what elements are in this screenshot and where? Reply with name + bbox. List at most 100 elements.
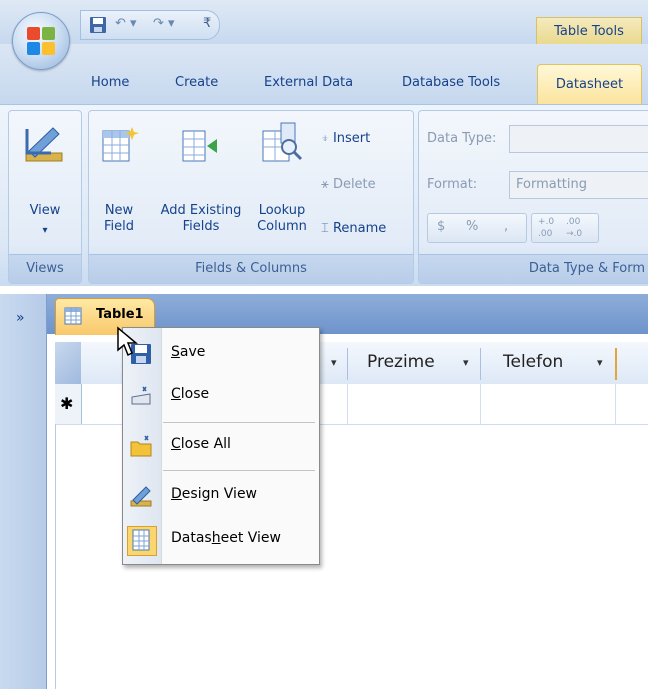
lookup-column-icon [262,122,303,162]
datasheet-view-mnemonic: h [211,530,221,546]
menu-item-datasheet-view-label: Datasheet View [171,530,281,546]
tab-datasheet[interactable]: Datasheet [537,64,642,105]
table-tools-context-tab: Table Tools [536,17,642,46]
select-all-corner[interactable] [55,342,81,384]
menu-item-save[interactable]: Save [123,336,319,372]
data-type-group-label: Data Type & Form [419,254,648,283]
office-logo-icon [27,27,55,55]
column-header-telefon[interactable]: Telefon [503,352,563,372]
delete-column-icon: ⚹ [321,177,333,192]
tab-context-menu: Save Close Close All Design View Datashe… [122,327,320,565]
column-separator [480,348,481,380]
office-button[interactable] [12,12,70,70]
cell-separator [480,384,481,424]
new-field-button[interactable]: New Field [95,203,143,235]
table1-tab-label: Table1 [96,307,144,322]
add-existing-label-1: Add Existing [160,203,242,218]
design-view-icon [130,486,152,507]
insert-column-icon: ⍖ [321,131,333,146]
view-button-label[interactable]: View [9,203,81,219]
data-type-label: Data Type: [427,131,497,146]
add-existing-label-2: Fields [182,219,220,234]
add-existing-fields-icon [182,130,217,162]
views-group: View ▾ Views [8,110,82,284]
column-2-dropdown-arrow[interactable]: ▾ [463,356,469,369]
nav-pane-toggle[interactable]: » [16,310,25,326]
close-mnemonic: C [171,386,181,402]
menu-separator [163,470,315,471]
close-label-rest: lose [180,386,210,402]
column-3-dropdown-arrow[interactable]: ▾ [597,356,603,369]
new-field-label-2: Field [103,219,134,234]
undo-icon[interactable]: ↶ ▾ [115,16,137,31]
new-record-marker: ✱ [60,394,74,413]
menu-item-close-all[interactable]: Close All [123,428,319,464]
currency-button[interactable]: $ [437,219,445,234]
menu-item-close-label: Close [171,386,209,402]
lookup-column-button[interactable]: Lookup Column [251,203,313,235]
datasheet-view-icon [132,529,150,551]
redo-icon[interactable]: ↷ ▾ [153,16,175,31]
format-select[interactable]: Formatting [509,171,648,199]
tab-create[interactable]: Create [175,75,218,90]
design-view-mnemonic: D [171,486,182,502]
design-view-label-rest: esign View [181,486,258,502]
design-view-icon [25,127,63,162]
add-existing-fields-button[interactable]: Add Existing Fields [153,203,249,235]
delete-column-button[interactable]: ⚹ Delete [321,177,376,192]
save-mnemonic: S [171,344,180,360]
rename-column-button[interactable]: ⌶ Rename [321,221,386,236]
cell-separator [615,384,616,424]
quick-access-toolbar: ↶ ▾ ↷ ▾ ₹ [80,10,220,40]
menu-item-close-all-label: Close All [171,436,231,452]
menu-item-design-view[interactable]: Design View [123,478,319,514]
menu-item-save-label: Save [171,344,205,360]
close-all-mnemonic: C [171,436,181,452]
delete-label: Delete [332,177,376,192]
mouse-cursor-icon [117,326,139,357]
datasheet-view-label-rest: eet View [220,530,281,546]
rename-column-icon: ⌶ [321,221,333,236]
column-header-prezime[interactable]: Prezime [367,352,435,372]
decrease-decimal-button[interactable]: .00 →.0 [566,216,596,240]
view-dropdown-arrow[interactable]: ▾ [9,223,81,239]
format-label: Format: [427,177,478,192]
number-format-buttons: $ % , [427,213,527,243]
save-label-rest: ave [179,344,206,360]
menu-item-datasheet-view[interactable]: Datasheet View [123,522,319,558]
percent-button[interactable]: % [466,219,478,234]
tab-database-tools[interactable]: Database Tools [402,75,500,90]
rename-label: Rename [332,221,387,236]
close-all-label-rest: lose All [180,436,231,452]
close-icon [131,386,151,405]
lookup-column-label-2: Column [257,219,307,234]
close-all-icon [130,435,152,457]
column-separator-active [615,348,617,380]
menu-separator [163,422,315,423]
datasheet-view-label-start: Datas [171,530,212,546]
new-field-label-1: New [104,203,134,218]
menu-item-close[interactable]: Close [123,378,319,414]
fields-columns-group: New Field Add Existing Fields Lookup Col… [88,110,414,284]
column-1-dropdown-arrow[interactable]: ▾ [331,356,337,369]
lookup-column-label-1: Lookup [258,203,306,218]
data-type-select[interactable] [509,125,648,153]
navigation-pane: » [0,294,47,689]
tab-home[interactable]: Home [91,75,129,90]
data-type-group: Data Type: Format: Formatting $ % , +.0 … [418,110,648,284]
customize-qat-icon[interactable]: ₹ [203,16,211,31]
column-separator [347,348,348,380]
cell-separator [347,384,348,424]
views-group-label: Views [9,254,81,283]
new-field-icon [102,127,139,162]
comma-button[interactable]: , [504,219,508,234]
table-icon [64,307,82,325]
record-selector[interactable]: ✱ [55,384,82,424]
menu-item-design-view-label: Design View [171,486,257,502]
decimal-buttons: +.0 .00 .00 →.0 [531,213,599,243]
fields-columns-group-label: Fields & Columns [89,254,413,283]
increase-decimal-button[interactable]: +.0 .00 [538,216,564,240]
insert-column-button[interactable]: ⍖ Insert [321,131,370,146]
save-icon[interactable] [89,16,107,34]
tab-external-data[interactable]: External Data [264,75,353,90]
